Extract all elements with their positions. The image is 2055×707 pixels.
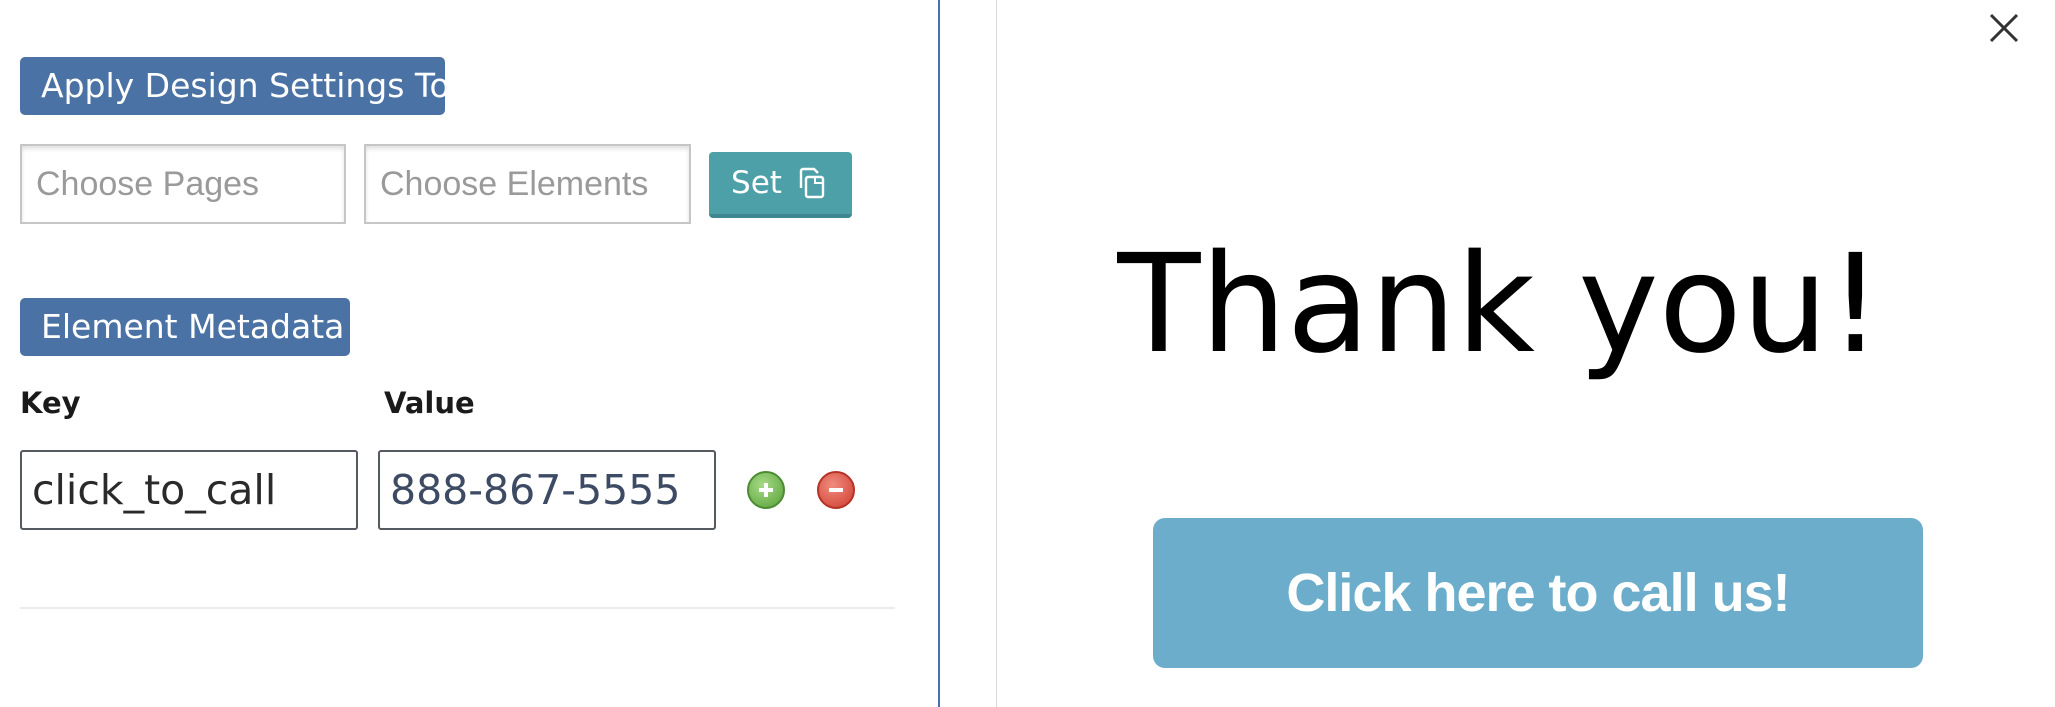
click-to-call-button[interactable]: Click here to call us! — [1153, 518, 1923, 668]
plus-circle-icon — [759, 483, 773, 497]
element-metadata-heading: Element Metadata — [20, 298, 350, 356]
design-settings-panel: Apply Design Settings To Set Element Met… — [0, 0, 940, 707]
value-column-label: Value — [384, 386, 475, 420]
apply-design-settings-heading: Apply Design Settings To — [20, 57, 450, 115]
section-divider — [20, 607, 895, 609]
preview-border — [996, 0, 997, 707]
metadata-key-input[interactable] — [20, 450, 358, 530]
remove-metadata-button[interactable] — [817, 471, 855, 509]
copy-icon — [796, 166, 830, 200]
metadata-value-input[interactable] — [378, 450, 716, 530]
key-column-label: Key — [20, 386, 81, 420]
minus-circle-icon — [829, 488, 843, 492]
panel-divider — [938, 0, 940, 707]
set-button-label: Set — [731, 165, 782, 201]
choose-elements-input[interactable] — [364, 144, 691, 224]
thank-you-headline: Thank you! — [1117, 226, 1883, 384]
close-icon[interactable] — [1988, 12, 2020, 44]
set-button[interactable]: Set — [709, 152, 852, 218]
add-metadata-button[interactable] — [747, 471, 785, 509]
choose-pages-input[interactable] — [20, 144, 346, 224]
